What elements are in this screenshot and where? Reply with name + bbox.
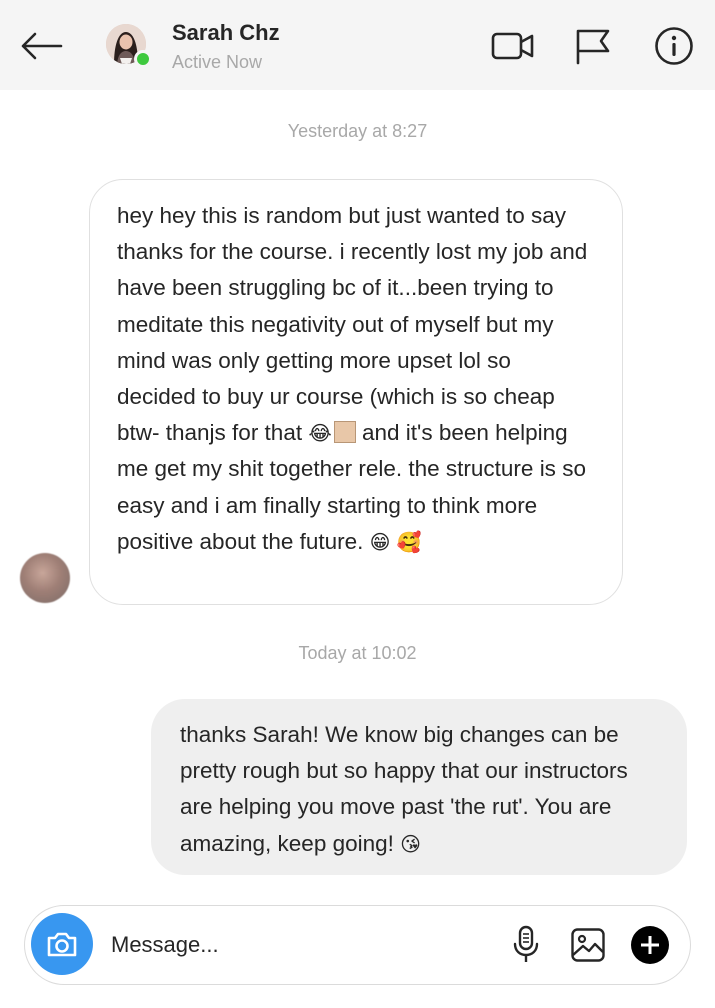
contact-avatar[interactable] (106, 24, 152, 68)
report-button[interactable] (570, 25, 616, 67)
video-camera-icon (491, 32, 534, 60)
message-composer (24, 905, 691, 985)
online-status-dot (134, 50, 152, 68)
message-input[interactable] (111, 924, 491, 966)
incoming-message-bubble[interactable]: hey hey this is random but just wanted t… (89, 179, 623, 605)
voice-message-button[interactable] (505, 924, 547, 966)
active-status: Active Now (172, 52, 263, 72)
kiss-emoji: 😘 (400, 831, 422, 856)
outgoing-message-text: thanks Sarah! We know big changes can be… (180, 722, 628, 856)
info-icon (655, 27, 693, 65)
image-icon (571, 928, 605, 962)
camera-button[interactable] (31, 913, 93, 975)
skin-tone-glyph-icon (333, 421, 356, 444)
back-button[interactable] (18, 26, 64, 66)
flag-icon (576, 29, 610, 65)
camera-icon (47, 932, 77, 957)
video-call-button[interactable] (490, 25, 536, 67)
smiling-emoji: 😁 🥰 (369, 529, 422, 554)
chat-header: Sarah Chz Active Now (0, 0, 715, 90)
incoming-message-text: hey hey this is random but just wanted t… (117, 203, 588, 554)
timestamp: Yesterday at 8:27 (287, 121, 428, 141)
plus-circle-icon (631, 926, 669, 964)
more-options-button[interactable] (629, 924, 671, 966)
outgoing-message-bubble[interactable]: thanks Sarah! We know big changes can be… (151, 699, 687, 875)
sender-avatar[interactable] (20, 553, 70, 603)
arrow-left-icon (21, 32, 63, 60)
timestamp: Today at 10:02 (298, 643, 417, 663)
contact-name[interactable]: Sarah Chz (172, 20, 280, 46)
info-button[interactable] (651, 25, 697, 67)
gallery-button[interactable] (567, 924, 609, 966)
microphone-icon (513, 925, 539, 962)
laughing-emoji: 😂 (308, 421, 332, 446)
